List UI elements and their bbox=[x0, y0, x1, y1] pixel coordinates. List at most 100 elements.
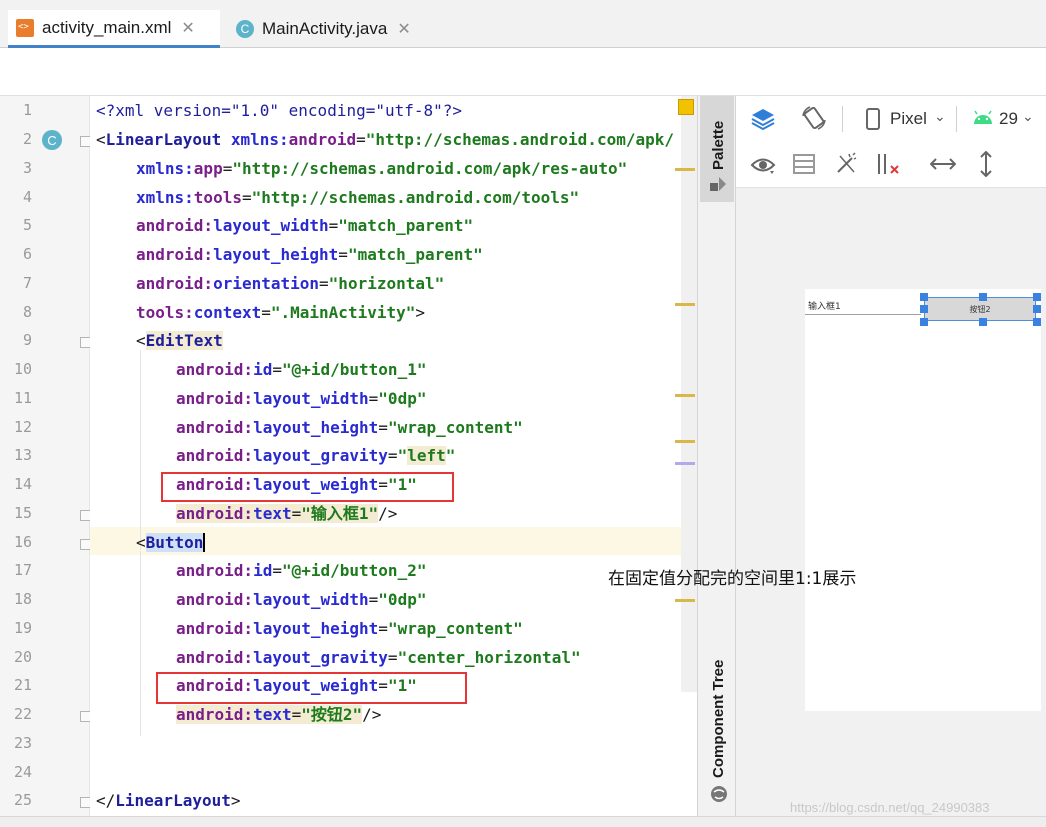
palette-label: Palette bbox=[710, 120, 727, 170]
line-number: 9 bbox=[22, 331, 32, 349]
line-number: 20 bbox=[13, 648, 32, 666]
tab-activity-main-xml[interactable]: activity_main.xml ✕ bbox=[8, 10, 220, 48]
line-number: 1 bbox=[22, 101, 32, 119]
line-number: 8 bbox=[22, 303, 32, 321]
selection-handle[interactable] bbox=[1033, 305, 1041, 313]
line-number-gutter: 1 2 3 4 5 6 7 8 9 10 11 12 13 14 15 16 1… bbox=[0, 96, 91, 816]
line-number: 5 bbox=[22, 216, 32, 234]
error-stripe-marker[interactable] bbox=[675, 440, 695, 443]
xml-file-icon bbox=[16, 18, 34, 37]
indent-guide bbox=[140, 551, 141, 736]
error-stripe-marker[interactable] bbox=[675, 599, 695, 602]
tab-label: activity_main.xml bbox=[42, 17, 172, 37]
selection-handle[interactable] bbox=[1033, 293, 1041, 301]
code-line: android:layout_gravity="left" bbox=[176, 446, 456, 465]
device-icon[interactable] bbox=[866, 108, 880, 130]
close-icon[interactable]: ✕ bbox=[181, 18, 194, 38]
code-line: android:layout_height="match_parent" bbox=[136, 245, 483, 264]
line-number: 4 bbox=[22, 188, 32, 206]
android-icon[interactable] bbox=[972, 110, 994, 126]
tab-label: MainActivity.java bbox=[262, 19, 388, 38]
code-line: android:layout_width="0dp" bbox=[176, 590, 427, 609]
error-stripe-marker[interactable] bbox=[675, 394, 695, 397]
watermark: https://blog.csdn.net/qq_24990383 bbox=[790, 800, 990, 815]
code-line: android:orientation="horizontal" bbox=[136, 274, 445, 293]
layout-weight-highlight-box bbox=[156, 672, 467, 704]
design-toolbar: Pixel ⌄ 29 ⌄ bbox=[736, 96, 1046, 188]
code-line: xmlns:app="http://schemas.android.com/ap… bbox=[136, 159, 628, 178]
warning-indicator-icon[interactable] bbox=[678, 99, 694, 115]
eye-icon[interactable] bbox=[750, 154, 776, 176]
line-number: 25 bbox=[13, 791, 32, 809]
line-number: 23 bbox=[13, 734, 32, 752]
code-line: <?xml version="1.0" encoding="utf-8"?> bbox=[96, 101, 463, 120]
code-line: android:id="@+id/button_2" bbox=[176, 561, 427, 580]
editor-tab-bar: activity_main.xml ✕ C MainActivity.java … bbox=[0, 0, 1046, 48]
line-number: 12 bbox=[13, 418, 32, 436]
indent-guide bbox=[140, 350, 141, 550]
line-number: 14 bbox=[13, 475, 32, 493]
expand-horizontal-icon[interactable] bbox=[930, 156, 956, 172]
code-line: <EditText bbox=[136, 331, 223, 350]
code-editor[interactable]: <?xml version="1.0" encoding="utf-8"?> <… bbox=[90, 96, 697, 816]
status-bar bbox=[0, 816, 1046, 827]
selection-handle[interactable] bbox=[1033, 318, 1041, 326]
expand-vertical-icon[interactable] bbox=[978, 151, 994, 177]
code-line: android:id="@+id/button_1" bbox=[176, 360, 427, 379]
code-line: xmlns:tools="http://schemas.android.com/… bbox=[136, 188, 580, 207]
code-line: </LinearLayout> bbox=[96, 791, 241, 810]
clear-constraints-icon[interactable] bbox=[876, 152, 902, 176]
line-number: 24 bbox=[13, 763, 32, 781]
code-line: android:layout_height="wrap_content" bbox=[176, 418, 523, 437]
line-number: 17 bbox=[13, 561, 32, 579]
code-line: <Button​ bbox=[136, 533, 206, 552]
selection-handle[interactable] bbox=[920, 293, 928, 301]
layout-weight-highlight-box bbox=[161, 472, 454, 502]
component-tree-icon bbox=[711, 786, 727, 802]
blueprint-icon[interactable] bbox=[792, 153, 816, 175]
line-number: 2 bbox=[22, 130, 32, 148]
selection-handle[interactable] bbox=[920, 318, 928, 326]
java-class-icon: C bbox=[236, 20, 254, 38]
device-selector[interactable]: Pixel bbox=[890, 109, 927, 129]
layers-icon[interactable] bbox=[750, 106, 776, 132]
line-number: 11 bbox=[13, 389, 32, 407]
line-number: 21 bbox=[13, 676, 32, 694]
line-number: 10 bbox=[13, 360, 32, 378]
api-level-selector[interactable]: 29 bbox=[999, 109, 1018, 129]
selection-handle[interactable] bbox=[920, 305, 928, 313]
device-preview-screen[interactable] bbox=[805, 289, 1041, 711]
close-icon[interactable]: ✕ bbox=[397, 19, 410, 39]
magic-constraint-icon[interactable] bbox=[834, 152, 858, 176]
code-line: android:layout_height="wrap_content" bbox=[176, 619, 523, 638]
palette-icon bbox=[710, 177, 726, 191]
error-stripe-marker[interactable] bbox=[675, 462, 695, 465]
line-number: 15 bbox=[13, 504, 32, 522]
class-gutter-icon[interactable]: C bbox=[42, 130, 62, 150]
code-line: android:layout_width="match_parent" bbox=[136, 216, 474, 235]
line-number: 16 bbox=[13, 533, 32, 551]
code-line: android:layout_gravity="center_horizonta… bbox=[176, 648, 581, 667]
component-tree-label: Component Tree bbox=[710, 659, 727, 778]
selection-handle[interactable] bbox=[979, 318, 987, 326]
line-number: 7 bbox=[22, 274, 32, 292]
line-number: 22 bbox=[13, 705, 32, 723]
line-number: 19 bbox=[13, 619, 32, 637]
line-number: 3 bbox=[22, 159, 32, 177]
chevron-down-icon[interactable]: ⌄ bbox=[1022, 108, 1034, 125]
chevron-down-icon[interactable]: ⌄ bbox=[934, 108, 946, 125]
code-line: android:text="输入框1"/> bbox=[176, 504, 398, 523]
line-number: 13 bbox=[13, 446, 32, 464]
selection-handle[interactable] bbox=[979, 293, 987, 301]
error-stripe-marker[interactable] bbox=[675, 168, 695, 171]
preview-edittext[interactable]: 输入框1 bbox=[805, 297, 921, 315]
error-stripe-marker[interactable] bbox=[675, 303, 695, 306]
orientation-icon[interactable] bbox=[800, 104, 828, 132]
code-line: tools:context=".MainActivity"> bbox=[136, 303, 426, 322]
annotation-text: 在固定值分配完的空间里1:1展示 bbox=[608, 569, 857, 589]
editor-sub-toolbar bbox=[0, 48, 1046, 96]
code-line: android:text="按钮2"/> bbox=[176, 705, 382, 724]
tab-mainactivity-java[interactable]: C MainActivity.java ✕ bbox=[228, 10, 428, 48]
line-number: 6 bbox=[22, 245, 32, 263]
line-number: 18 bbox=[13, 590, 32, 608]
